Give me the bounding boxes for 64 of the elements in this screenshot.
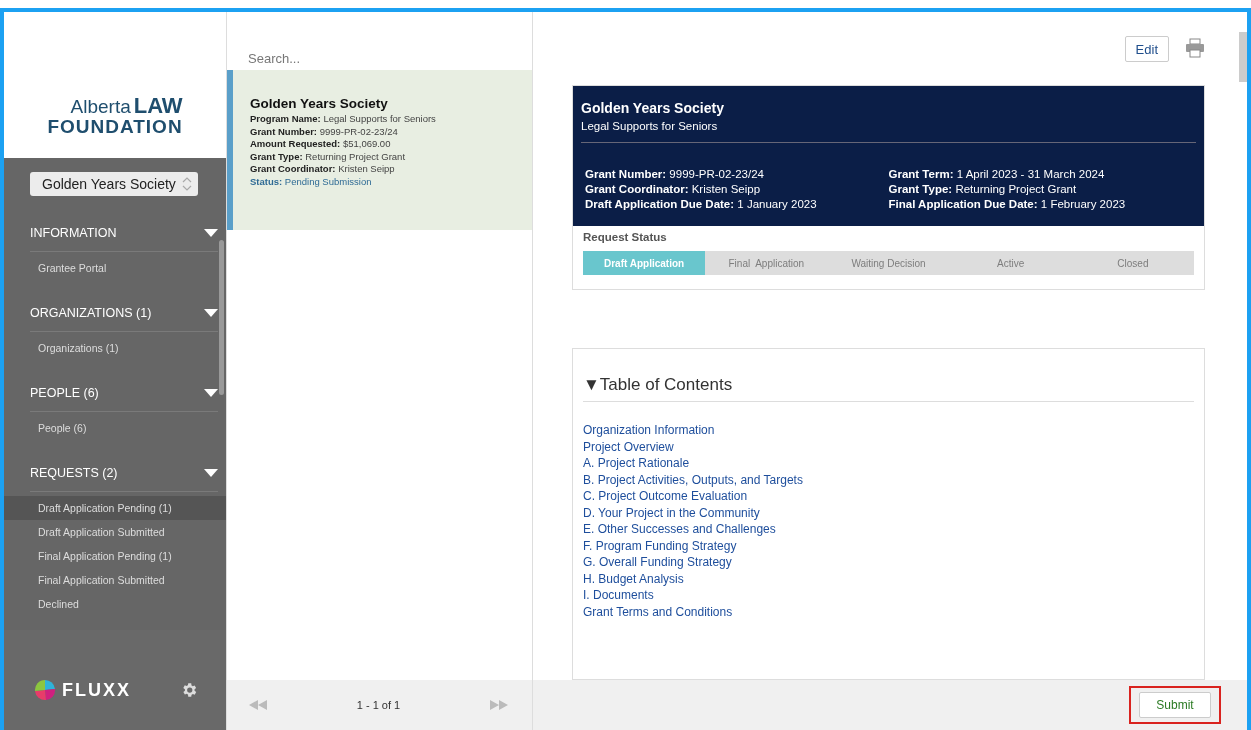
chevron-up-down-icon (182, 176, 192, 192)
status-step: Waiting Decision (827, 251, 950, 275)
pager-text: 1 - 1 of 1 (356, 699, 401, 711)
grant-field: Grant Term: 1 April 2023 - 31 March 2024 (888, 168, 1192, 180)
contents-title[interactable]: ▼Table of Contents (583, 375, 1194, 402)
contents-link[interactable]: Project Overview (583, 438, 674, 455)
brand-name: FLUXX (62, 679, 131, 701)
contents-link[interactable]: G. Overall Funding Strategy (583, 554, 732, 571)
last-page-icon[interactable] (490, 700, 508, 710)
contents-link[interactable]: E. Other Successes and Challenges (583, 521, 776, 538)
submit-button[interactable]: Submit (1139, 692, 1211, 718)
logo: Alberta LAW FOUNDATION (47, 95, 183, 136)
contents-link[interactable]: F. Program Funding Strategy (583, 537, 737, 554)
card-field: Amount Requested: $51,069.00 (250, 138, 522, 151)
grant-field: Grant Coordinator: Kristen Seipp (585, 183, 889, 195)
card-title: Golden Years Society (250, 96, 389, 111)
grant-field: Draft Application Due Date: 1 January 2023 (585, 198, 889, 210)
sidebar-item[interactable]: Declined (4, 592, 226, 616)
request-card[interactable] (227, 70, 532, 230)
card-field: Status: Pending Submission (250, 175, 522, 188)
contents-link[interactable]: C. Project Outcome Evaluation (583, 488, 748, 505)
sidebar-item[interactable]: People (6) (4, 416, 226, 440)
sidebar-item[interactable]: Grantee Portal (4, 256, 226, 280)
first-page-icon[interactable] (249, 700, 267, 710)
sidebar-item[interactable]: Draft Application Pending (1) (4, 496, 226, 520)
sidebar-item[interactable]: Draft Application Submitted (4, 520, 226, 544)
scrollbar[interactable] (1239, 32, 1247, 82)
sidebar-item[interactable]: Organizations (1) (4, 336, 226, 360)
edit-button[interactable]: Edit (1124, 36, 1169, 62)
section-header[interactable]: ORGANIZATIONS (1) (30, 294, 218, 332)
card-field: Grant Coordinator: Kristen Seipp (250, 163, 522, 176)
contents-link[interactable]: B. Project Activities, Outputs, and Targets (583, 471, 803, 488)
caret-icon (204, 228, 218, 237)
card-field: Grant Number: 9999-PR-02-23/24 (250, 125, 522, 138)
caret-icon (204, 308, 218, 317)
grant-title: Golden Years Society (581, 100, 725, 116)
grant-field: Grant Number: 9999-PR-02-23/24 (585, 168, 889, 180)
sidebar-item[interactable]: Final Application Submitted (4, 568, 226, 592)
card-field: Grant Type: Returning Project Grant (250, 150, 522, 163)
caret-icon (204, 388, 218, 397)
section-header[interactable]: INFORMATION (30, 214, 218, 252)
contents-link[interactable]: A. Project Rationale (583, 455, 690, 472)
scrollbar[interactable] (219, 240, 224, 395)
status-label: Request Status (583, 231, 668, 243)
status-step: Final Application (705, 251, 828, 275)
status-step: Active (949, 251, 1072, 275)
grant-subtitle: Legal Supports for Seniors (581, 120, 1196, 143)
contents-link[interactable]: Grant Terms and Conditions (583, 603, 733, 620)
sidebar-item[interactable]: Final Application Pending (1) (4, 544, 226, 568)
brand-logo-icon (34, 679, 56, 701)
contents-link[interactable]: H. Budget Analysis (583, 570, 684, 587)
section-header[interactable]: PEOPLE (6) (30, 374, 218, 412)
status-step: Closed (1071, 251, 1194, 275)
caret-icon (204, 468, 218, 477)
organization-select[interactable]: Golden Years Society (30, 172, 198, 196)
contents-link[interactable]: I. Documents (583, 587, 654, 604)
card-field: Program Name: Legal Supports for Seniors (250, 113, 522, 126)
status-step: Draft Application (583, 251, 706, 275)
grant-field: Grant Type: Returning Project Grant (888, 183, 1192, 195)
contents-link[interactable]: Organization Information (583, 422, 715, 439)
contents-link[interactable]: D. Your Project in the Community (583, 504, 760, 521)
print-icon[interactable] (1185, 38, 1205, 58)
section-header[interactable]: REQUESTS (2) (30, 454, 218, 492)
grant-field: Final Application Due Date: 1 February 2023 (888, 198, 1192, 210)
